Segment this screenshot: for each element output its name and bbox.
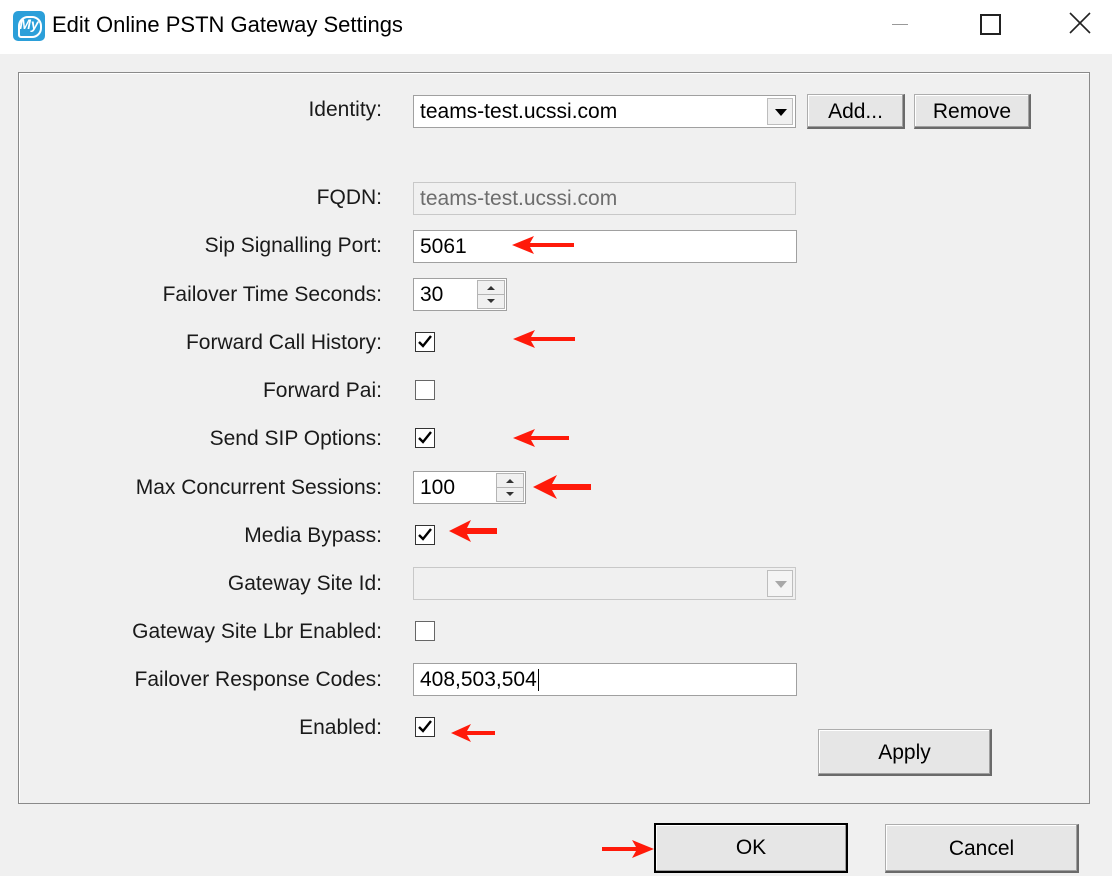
annotation-arrow-icon (512, 236, 574, 254)
failover-codes-field[interactable]: 408,503,504 (413, 663, 797, 696)
enabled-label: Enabled: (299, 716, 382, 739)
identity-dropdown[interactable]: teams-test.ucssi.com (413, 95, 796, 128)
add-button[interactable]: Add... (807, 94, 905, 129)
annotation-arrow-icon (533, 475, 591, 499)
gateway-site-id-label: Gateway Site Id: (227, 572, 382, 595)
spin-up-icon[interactable] (487, 286, 495, 290)
sip-port-field[interactable]: 5061 (413, 230, 797, 263)
gateway-site-id-dropdown (413, 567, 796, 600)
remove-button[interactable]: Remove (914, 94, 1031, 129)
text-caret (537, 669, 539, 692)
annotation-arrow-icon (602, 840, 654, 858)
cancel-button[interactable]: Cancel (885, 824, 1079, 873)
window-title: Edit Online PSTN Gateway Settings (52, 12, 403, 37)
close-button[interactable] (1030, 0, 1112, 54)
maximize-button[interactable] (946, 0, 1036, 54)
gateway-site-lbr-checkbox[interactable] (415, 621, 435, 641)
annotation-arrow-icon (451, 724, 495, 742)
forward-pai-label: Forward Pai: (262, 379, 382, 402)
chevron-down-icon (767, 570, 793, 597)
sip-port-label: Sip Signalling Port: (204, 234, 382, 257)
apply-button[interactable]: Apply (818, 729, 992, 776)
max-sessions-stepper[interactable]: 100 (413, 471, 526, 504)
media-bypass-checkbox[interactable] (415, 525, 435, 545)
send-sip-options-label: Send SIP Options: (209, 427, 382, 450)
identity-value: teams-test.ucssi.com (420, 100, 618, 123)
annotation-arrow-icon (513, 330, 575, 348)
chevron-down-icon[interactable] (767, 98, 793, 125)
forward-call-history-label: Forward Call History: (185, 331, 382, 354)
fqdn-field: teams-test.ucssi.com (413, 182, 796, 215)
check-icon (418, 528, 432, 541)
failover-codes-value: 408,503,504 (420, 668, 537, 691)
spin-down-icon[interactable] (506, 492, 514, 496)
annotation-arrow-icon (513, 429, 569, 447)
spin-down-icon[interactable] (487, 299, 495, 303)
fqdn-label: FQDN: (316, 186, 382, 209)
forward-pai-checkbox[interactable] (415, 380, 435, 400)
max-sessions-value: 100 (420, 476, 456, 499)
media-bypass-label: Media Bypass: (244, 524, 382, 547)
spin-buttons[interactable] (477, 280, 505, 309)
check-icon (418, 431, 432, 444)
failover-codes-label: Failover Response Codes: (134, 668, 382, 691)
max-sessions-label: Max Concurrent Sessions: (135, 476, 382, 499)
failover-time-value: 30 (420, 283, 444, 306)
check-icon (418, 335, 432, 348)
spin-buttons[interactable] (496, 473, 524, 502)
app-logo-icon: My (13, 11, 45, 41)
ok-button[interactable]: OK (654, 823, 848, 873)
gateway-site-lbr-label: Gateway Site Lbr Enabled: (132, 620, 382, 643)
minimize-button[interactable] (862, 0, 952, 54)
failover-time-stepper[interactable]: 30 (413, 278, 507, 311)
identity-label: Identity: (308, 98, 382, 121)
forward-call-history-checkbox[interactable] (415, 332, 435, 352)
check-icon (418, 720, 432, 733)
send-sip-options-checkbox[interactable] (415, 428, 435, 448)
close-icon (1069, 12, 1091, 34)
spin-up-icon[interactable] (506, 479, 514, 483)
failover-time-label: Failover Time Seconds: (162, 283, 382, 306)
annotation-arrow-icon (449, 520, 497, 542)
title-bar: My Edit Online PSTN Gateway Settings (0, 0, 1112, 54)
enabled-checkbox[interactable] (415, 717, 435, 737)
